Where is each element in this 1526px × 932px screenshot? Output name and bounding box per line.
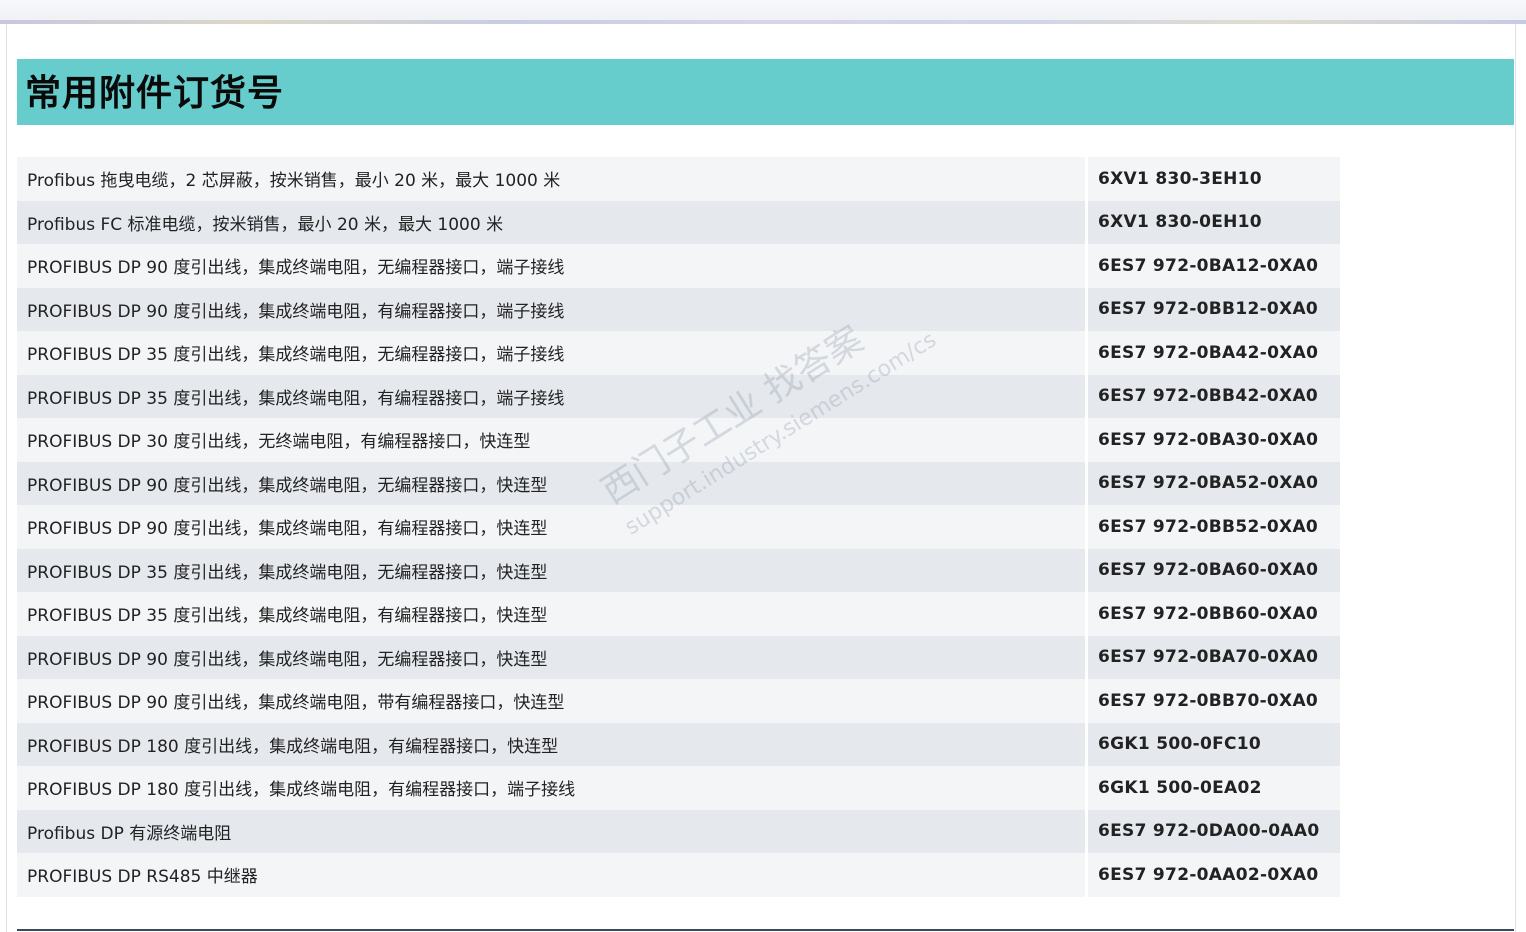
table-row: PROFIBUS DP 30 度引出线，无终端电阻，有编程器接口，快连型 6ES7… [17, 418, 1340, 462]
product-description: Profibus DP 有源终端电阻 [17, 809, 1085, 853]
product-description: PROFIBUS DP 35 度引出线，集成终端电阻，有编程器接口，端子接线 [17, 374, 1085, 418]
product-description: PROFIBUS DP 180 度引出线，集成终端电阻，有编程器接口，快连型 [17, 722, 1085, 766]
order-number: 6ES7 972-0BA30-0XA0 [1088, 418, 1340, 462]
table-row: PROFIBUS DP 35 度引出线，集成终端电阻，有编程器接口，端子接线 6E… [17, 374, 1340, 418]
order-number: 6ES7 972-0BB70-0XA0 [1088, 679, 1340, 723]
product-description: PROFIBUS DP 30 度引出线，无终端电阻，有编程器接口，快连型 [17, 418, 1085, 462]
table-row: PROFIBUS DP 35 度引出线，集成终端电阻，无编程器接口，端子接线 6E… [17, 331, 1340, 375]
order-number: 6ES7 972-0BB12-0XA0 [1088, 287, 1340, 331]
order-number: 6ES7 972-0BA42-0XA0 [1088, 331, 1340, 375]
product-description: PROFIBUS DP 90 度引出线，集成终端电阻，有编程器接口，端子接线 [17, 287, 1085, 331]
product-description: PROFIBUS DP 180 度引出线，集成终端电阻，有编程器接口，端子接线 [17, 766, 1085, 810]
order-number: 6ES7 972-0BA12-0XA0 [1088, 244, 1340, 288]
product-description: PROFIBUS DP 35 度引出线，集成终端电阻，无编程器接口，端子接线 [17, 331, 1085, 375]
order-number: 6ES7 972-0BA60-0XA0 [1088, 548, 1340, 592]
product-description: Profibus FC 标准电缆，按米销售，最小 20 米，最大 1000 米 [17, 200, 1085, 244]
product-description: Profibus 拖曳电缆，2 芯屏蔽，按米销售，最小 20 米，最大 1000… [17, 157, 1085, 201]
product-description: PROFIBUS DP RS485 中继器 [17, 853, 1085, 897]
table-row: PROFIBUS DP 180 度引出线，集成终端电阻，有编程器接口，端子接线 6… [17, 766, 1340, 810]
product-description: PROFIBUS DP 90 度引出线，集成终端电阻，无编程器接口，快连型 [17, 635, 1085, 679]
table-row: PROFIBUS DP 180 度引出线，集成终端电阻，有编程器接口，快连型 6G… [17, 722, 1340, 766]
order-number: 6ES7 972-0BA70-0XA0 [1088, 635, 1340, 679]
order-number: 6ES7 972-0BB52-0XA0 [1088, 505, 1340, 549]
order-number: 6GK1 500-0FC10 [1088, 722, 1340, 766]
product-description: PROFIBUS DP 90 度引出线，集成终端电阻，无编程器接口，快连型 [17, 461, 1085, 505]
table-row: Profibus DP 有源终端电阻 6ES7 972-0DA00-0AA0 [17, 809, 1340, 853]
order-number-table: Profibus 拖曳电缆，2 芯屏蔽，按米销售，最小 20 米，最大 1000… [17, 157, 1340, 897]
order-number: 6XV1 830-0EH10 [1088, 200, 1340, 244]
order-number: 6GK1 500-0EA02 [1088, 766, 1340, 810]
table-row: PROFIBUS DP 35 度引出线，集成终端电阻，无编程器接口，快连型 6ES… [17, 548, 1340, 592]
order-number: 6XV1 830-3EH10 [1088, 157, 1340, 201]
bottom-rule [17, 929, 1514, 931]
table-row: PROFIBUS DP 90 度引出线，集成终端电阻，无编程器接口，快连型 6ES… [17, 635, 1340, 679]
page-title: 常用附件订货号 [25, 73, 285, 114]
table-row: PROFIBUS DP 35 度引出线，集成终端电阻，有编程器接口，快连型 6ES… [17, 592, 1340, 636]
table-row: PROFIBUS DP 90 度引出线，集成终端电阻，带有编程器接口，快连型 6E… [17, 679, 1340, 723]
order-number: 6ES7 972-0BA52-0XA0 [1088, 461, 1340, 505]
order-number: 6ES7 972-0BB42-0XA0 [1088, 374, 1340, 418]
product-description: PROFIBUS DP 35 度引出线，集成终端电阻，有编程器接口，快连型 [17, 592, 1085, 636]
table-row: PROFIBUS DP 90 度引出线，集成终端电阻，无编程器接口，快连型 6ES… [17, 461, 1340, 505]
product-description: PROFIBUS DP 35 度引出线，集成终端电阻，无编程器接口，快连型 [17, 548, 1085, 592]
table-row: Profibus FC 标准电缆，按米销售，最小 20 米，最大 1000 米6… [17, 200, 1340, 244]
table-row: PROFIBUS DP 90 度引出线，集成终端电阻，有编程器接口，快连型 6ES… [17, 505, 1340, 549]
product-description: PROFIBUS DP 90 度引出线，集成终端电阻，无编程器接口，端子接线 [17, 244, 1085, 288]
order-number: 6ES7 972-0DA00-0AA0 [1088, 809, 1340, 853]
order-number: 6ES7 972-0BB60-0XA0 [1088, 592, 1340, 636]
title-banner: 常用附件订货号 [17, 59, 1514, 125]
product-description: PROFIBUS DP 90 度引出线，集成终端电阻，带有编程器接口，快连型 [17, 679, 1085, 723]
order-number: 6ES7 972-0AA02-0XA0 [1088, 853, 1340, 897]
table-row: Profibus 拖曳电缆，2 芯屏蔽，按米销售，最小 20 米，最大 1000… [17, 157, 1340, 201]
table-row: PROFIBUS DP 90 度引出线，集成终端电阻，有编程器接口，端子接线 6E… [17, 287, 1340, 331]
table-row: PROFIBUS DP 90 度引出线，集成终端电阻，无编程器接口，端子接线 6E… [17, 244, 1340, 288]
product-description: PROFIBUS DP 90 度引出线，集成终端电阻，有编程器接口，快连型 [17, 505, 1085, 549]
table-row: PROFIBUS DP RS485 中继器 6ES7 972-0AA02-0XA0 [17, 853, 1340, 897]
